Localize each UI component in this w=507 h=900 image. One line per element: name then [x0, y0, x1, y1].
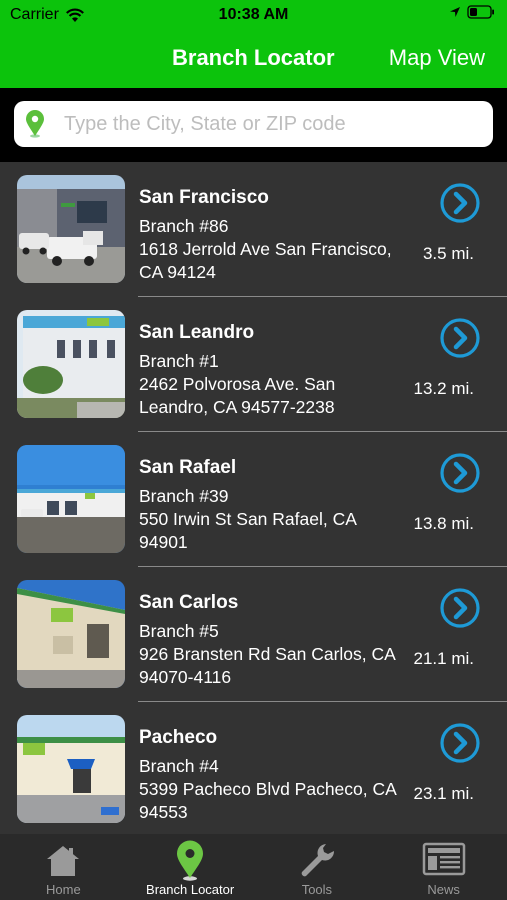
branch-row-pacheco[interactable]: Pacheco Branch #4 5399 Pacheco Blvd Pach… [0, 702, 507, 834]
branch-distance: 3.5 mi. [422, 244, 474, 263]
tab-bar: Home Branch Locator Tools News [0, 834, 507, 900]
home-icon [47, 846, 80, 876]
branch-name: San Francisco [139, 187, 269, 208]
carrier-group: Carrier [10, 6, 85, 24]
branch-number: Branch #39 [139, 486, 229, 506]
tab-branch-locator[interactable]: Branch Locator [127, 834, 254, 900]
branch-distance: 13.2 mi. [413, 379, 474, 398]
branch-name: San Rafael [139, 457, 237, 478]
location-arrow-icon [450, 7, 460, 17]
branch-photo [17, 715, 125, 823]
carrier-label: Carrier [10, 6, 59, 23]
branch-name: San Leandro [139, 322, 255, 343]
chevron-right-circle-icon[interactable] [440, 183, 480, 223]
branch-distance: 21.1 mi. [413, 649, 474, 668]
wrench-icon [301, 844, 334, 877]
branch-number: Branch #86 [139, 216, 229, 236]
branch-photo [17, 445, 125, 553]
tab-label: Tools [301, 882, 333, 897]
status-bar: Carrier 10:38 AM [0, 0, 507, 30]
tab-tools[interactable]: Tools [254, 834, 381, 900]
branch-list[interactable]: San Francisco Branch #86 1618 Jerrold Av… [0, 162, 507, 834]
branch-address: 550 Irwin St San Rafael, CA 94901 [139, 509, 356, 552]
branch-address: 1618 Jerrold Ave San Francisco, CA 94124 [139, 239, 392, 282]
wifi-icon [65, 8, 84, 22]
chevron-right-circle-icon[interactable] [440, 453, 480, 493]
tab-label: Branch Locator [146, 882, 235, 897]
search-box[interactable] [14, 101, 493, 147]
branch-photo [17, 310, 125, 418]
branch-address: 2462 Polvorosa Ave. San Leandro, CA 9457… [139, 374, 336, 417]
tab-label: News [427, 882, 460, 897]
page-title: Branch Locator [172, 45, 335, 70]
location-pin-icon [26, 110, 44, 138]
tab-home[interactable]: Home [0, 834, 127, 900]
branch-address: 926 Bransten Rd San Carlos, CA 94070-411… [139, 644, 395, 687]
branch-number: Branch #5 [139, 621, 219, 641]
newspaper-icon [422, 842, 465, 876]
branch-row-san-carlos[interactable]: San Carlos Branch #5 926 Bransten Rd San… [0, 567, 507, 702]
tab-label: Home [46, 882, 81, 897]
branch-name: San Carlos [139, 592, 239, 613]
branch-photo [17, 175, 125, 283]
search-area [0, 88, 507, 162]
location-pin-icon [177, 840, 204, 881]
nav-bar: Branch Locator Map View [0, 30, 507, 88]
branch-name: Pacheco [139, 727, 218, 748]
branch-number: Branch #4 [139, 756, 219, 776]
branch-number: Branch #1 [139, 351, 219, 371]
branch-row-san-francisco[interactable]: San Francisco Branch #86 1618 Jerrold Av… [0, 162, 507, 297]
battery-icon [467, 5, 494, 19]
map-view-button[interactable]: Map View [389, 45, 485, 71]
search-input[interactable] [64, 112, 474, 136]
status-right [449, 5, 495, 19]
branch-photo [17, 580, 125, 688]
branch-distance: 13.8 mi. [413, 514, 474, 533]
branch-address: 5399 Pacheco Blvd Pacheco, CA 94553 [139, 779, 396, 822]
chevron-right-circle-icon[interactable] [440, 588, 480, 628]
branch-row-san-rafael[interactable]: San Rafael Branch #39 550 Irwin St San R… [0, 432, 507, 567]
branch-distance: 23.1 mi. [413, 784, 474, 803]
branch-row-san-leandro[interactable]: San Leandro Branch #1 2462 Polvorosa Ave… [0, 297, 507, 432]
tab-news[interactable]: News [380, 834, 507, 900]
chevron-right-circle-icon[interactable] [440, 723, 480, 763]
chevron-right-circle-icon[interactable] [440, 318, 480, 358]
